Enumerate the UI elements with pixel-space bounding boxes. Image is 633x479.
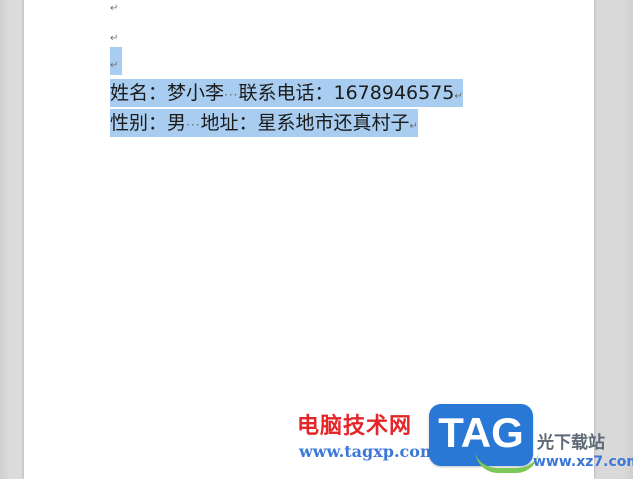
label-gender: 性别： [110,112,168,134]
value-name: 梦小李 [167,82,225,104]
watermark-cn-text: 电脑技术网 [297,414,413,439]
value-gender: 男 [167,112,187,134]
label-name: 姓名： [110,82,168,104]
selected-text-line-1: 姓名：梦小李···联系电话：1678946575↵ [110,79,463,107]
paragraph-mark-empty-1: ↵ [110,3,119,14]
document-line-gender-address[interactable]: 性别：男···地址：星系地市还真村子↵ [110,109,418,137]
paragraph-mark-line-1: ↵ [454,91,463,102]
watermark-overlay: 电脑技术网 www.tagxp.com TAG 光下载站 www.xz7.com [297,404,633,479]
document-line-name-phone[interactable]: 姓名：梦小李···联系电话：1678946575↵ [110,79,463,107]
paragraph-mark-empty-3: ↵ [110,60,119,71]
paragraph-mark-line-2: ↵ [409,121,418,132]
watermark-right-url: www.xz7.com [533,454,633,470]
paragraph-mark-empty-2: ↵ [110,33,119,44]
label-phone: 联系电话： [238,82,334,104]
logo-swoosh-icon [475,450,539,473]
label-address: 地址： [200,112,258,134]
watermark-url: www.tagxp.com [299,442,437,461]
space-markers-1: ··· [224,88,239,102]
selected-text-line-2: 性别：男···地址：星系地市还真村子↵ [110,109,418,137]
document-viewport[interactable]: ↵ ↵ ↵ 姓名：梦小李···联系电话：1678946575↵ 性别：男···地… [0,0,633,479]
space-markers-2: ··· [186,118,201,132]
watermark-right-cn: 光下载站 [537,433,605,453]
selection-highlight-empty-line: ↵ [110,47,122,75]
value-phone: 1678946575 [333,82,455,104]
value-address: 星系地市还真村子 [257,112,410,134]
